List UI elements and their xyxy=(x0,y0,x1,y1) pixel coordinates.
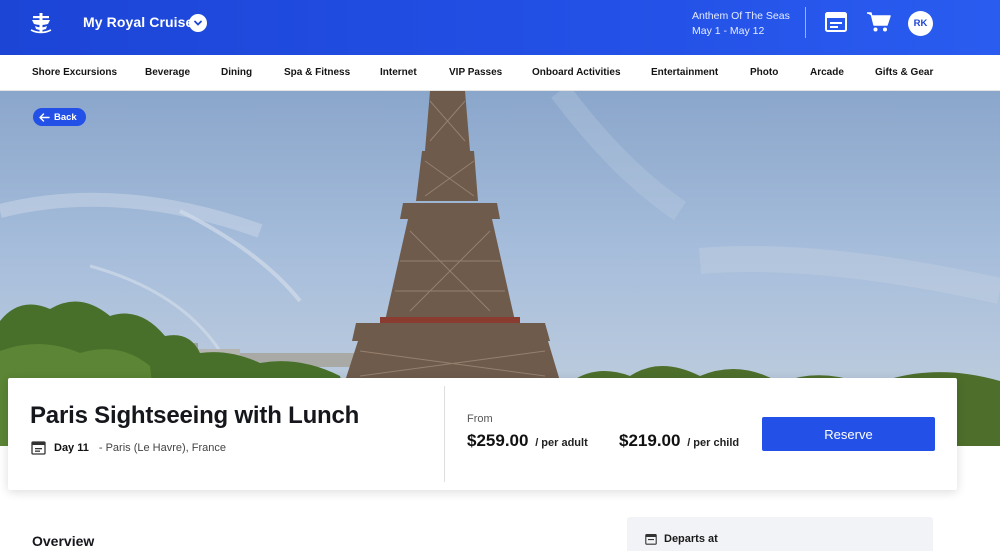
departs-row: Departs at xyxy=(645,533,718,545)
child-price: $219.00 / per child xyxy=(619,431,739,451)
nav-spa-fitness[interactable]: Spa & Fitness xyxy=(284,67,350,78)
nav-internet[interactable]: Internet xyxy=(380,67,417,78)
nav-arcade[interactable]: Arcade xyxy=(810,67,844,78)
back-label: Back xyxy=(54,111,77,123)
child-price-unit: / per child xyxy=(687,437,740,449)
day-number: Day 11 xyxy=(54,441,89,454)
calendar-icon[interactable] xyxy=(824,10,850,34)
product-card: Paris Sightseeing with Lunch Day 11 - Pa… xyxy=(8,378,957,490)
top-header: My Royal Cruise Anthem Of The Seas May 1… xyxy=(0,0,1000,55)
overview-heading: Overview xyxy=(32,533,95,549)
nav-dining[interactable]: Dining xyxy=(221,67,252,78)
departs-label: Departs at xyxy=(664,533,718,545)
arrow-left-icon xyxy=(39,112,50,122)
nav-vip-passes[interactable]: VIP Passes xyxy=(449,67,502,78)
adult-price: $259.00 / per adult xyxy=(467,431,588,451)
calendar-icon xyxy=(31,441,46,455)
nav-gifts-gear[interactable]: Gifts & Gear xyxy=(875,67,933,78)
nav-onboard-activities[interactable]: Onboard Activities xyxy=(532,67,621,78)
adult-price-unit: / per adult xyxy=(535,437,588,449)
card-divider xyxy=(444,386,445,482)
child-price-value: $219.00 xyxy=(619,431,681,450)
nav-photo[interactable]: Photo xyxy=(750,67,778,78)
price-from-label: From xyxy=(467,413,493,425)
sailing-dates: May 1 - May 12 xyxy=(692,25,765,37)
adult-price-value: $259.00 xyxy=(467,431,529,450)
royal-caribbean-logo-icon[interactable] xyxy=(28,10,54,36)
ship-name: Anthem Of The Seas xyxy=(692,10,790,22)
chevron-down-icon[interactable] xyxy=(189,14,207,32)
product-title: Paris Sightseeing with Lunch xyxy=(30,402,360,429)
day-location-row: Day 11 - Paris (Le Havre), France xyxy=(31,440,226,455)
reserve-button[interactable]: Reserve xyxy=(762,417,935,451)
avatar[interactable]: RK xyxy=(908,11,933,36)
departs-panel: Departs at xyxy=(627,517,933,551)
ship-info[interactable]: Anthem Of The Seas May 1 - May 12 xyxy=(692,9,790,39)
app-title[interactable]: My Royal Cruise xyxy=(83,14,193,30)
header-divider xyxy=(805,7,806,38)
nav-entertainment[interactable]: Entertainment xyxy=(651,67,718,78)
cart-icon[interactable] xyxy=(866,10,892,34)
nav-shore-excursions[interactable]: Shore Excursions xyxy=(32,67,117,78)
nav-beverage[interactable]: Beverage xyxy=(145,67,190,78)
back-button[interactable]: Back xyxy=(33,108,86,126)
port-location: - Paris (Le Havre), France xyxy=(98,441,227,454)
category-nav: Shore Excursions Beverage Dining Spa & F… xyxy=(0,55,1000,91)
calendar-icon xyxy=(645,533,657,545)
